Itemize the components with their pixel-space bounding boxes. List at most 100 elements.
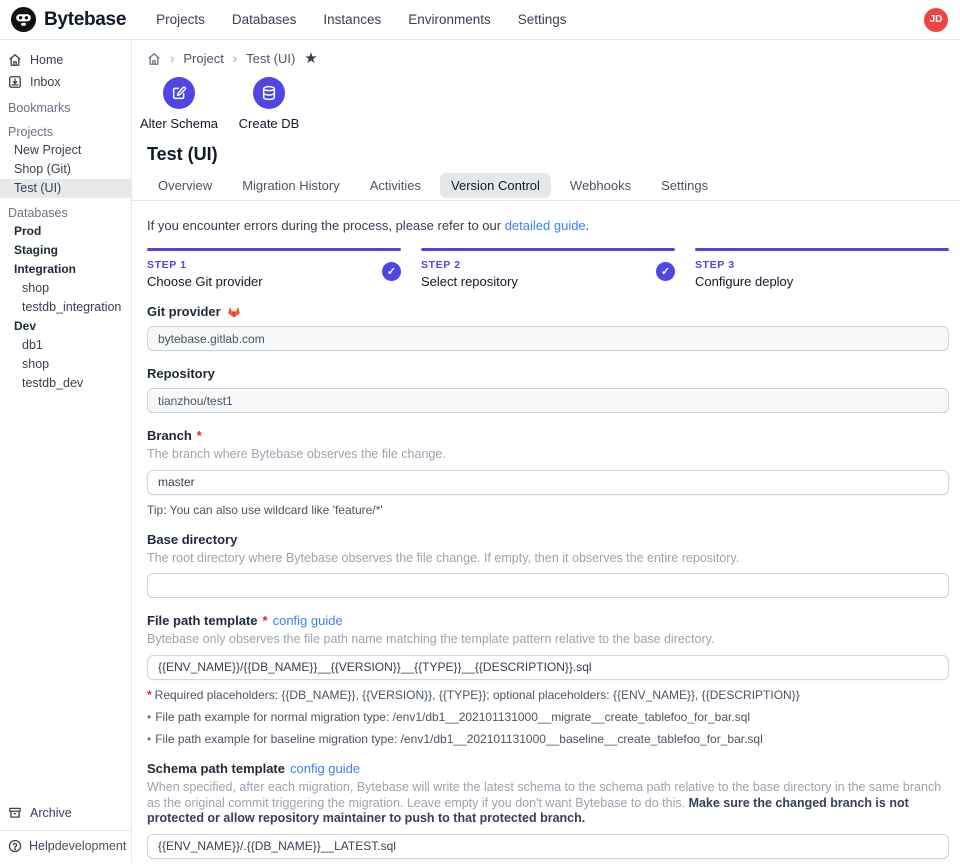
tab-webhooks[interactable]: Webhooks xyxy=(559,173,642,198)
error-notice: If you encounter errors during the proce… xyxy=(147,218,949,233)
step-2-label: STEP 2 xyxy=(421,259,675,271)
sidebar-env-staging[interactable]: Staging xyxy=(0,241,131,260)
branch-helper: The branch where Bytebase observes the f… xyxy=(147,447,949,463)
sidebar-item-new-project[interactable]: New Project xyxy=(0,141,131,160)
file-path-note-required: *Required placeholders: {{DB_NAME}}, {{V… xyxy=(147,688,949,702)
edit-square-icon xyxy=(171,85,187,101)
sidebar-env-prod[interactable]: Prod xyxy=(0,222,131,241)
git-provider-field: Git provider xyxy=(147,304,949,351)
file-path-config-guide-link[interactable]: config guide xyxy=(273,613,343,628)
sidebar-db-shop[interactable]: shop xyxy=(0,279,131,298)
sidebar-db-db1[interactable]: db1 xyxy=(0,336,131,355)
create-db-label: Create DB xyxy=(239,116,300,131)
base-directory-helper: The root directory where Bytebase observ… xyxy=(147,551,949,567)
file-path-template-field: File path template * config guide Byteba… xyxy=(147,613,949,746)
sidebar-item-label: Home xyxy=(30,53,63,67)
nav-projects[interactable]: Projects xyxy=(156,12,205,27)
required-asterisk: * xyxy=(197,428,202,443)
schema-path-config-guide-link[interactable]: config guide xyxy=(290,761,360,776)
check-circle-icon: ✓ xyxy=(656,262,675,281)
help-icon xyxy=(8,839,22,853)
notice-text: If you encounter errors during the proce… xyxy=(147,218,505,233)
file-path-template-helper: Bytebase only observes the file path nam… xyxy=(147,632,949,648)
nav-databases[interactable]: Databases xyxy=(232,12,297,27)
sidebar-env-integration[interactable]: Integration xyxy=(0,260,131,279)
breadcrumb-current: Test (UI) xyxy=(246,51,295,66)
base-directory-label: Base directory xyxy=(147,532,237,547)
sidebar-db-testdb-dev[interactable]: testdb_dev xyxy=(0,374,131,393)
create-db-button[interactable]: Create DB xyxy=(237,77,301,131)
page-title: Test (UI) xyxy=(147,144,948,165)
tab-overview[interactable]: Overview xyxy=(147,173,223,198)
sidebar-db-shop-dev[interactable]: shop xyxy=(0,355,131,374)
sidebar: Home Inbox Bookmarks Projects New Projec… xyxy=(0,40,132,863)
breadcrumb: › Project › Test (UI) ★ xyxy=(147,51,948,66)
repository-input xyxy=(147,388,949,413)
top-navbar: Bytebase Projects Databases Instances En… xyxy=(0,0,960,40)
sidebar-item-test-ui[interactable]: Test (UI) xyxy=(0,179,131,198)
step-3: STEP 3 Configure deploy xyxy=(695,248,949,289)
breadcrumb-separator: › xyxy=(170,51,174,66)
branch-input[interactable] xyxy=(147,470,949,495)
step-1-label: STEP 1 xyxy=(147,259,401,271)
sidebar-item-inbox[interactable]: Inbox xyxy=(0,71,131,93)
favorite-star-icon[interactable]: ★ xyxy=(304,51,317,66)
home-icon xyxy=(8,53,22,67)
file-path-template-input[interactable] xyxy=(147,655,949,680)
alter-schema-label: Alter Schema xyxy=(140,116,218,131)
version-badge: development xyxy=(55,839,127,853)
sidebar-db-testdb-integration[interactable]: testdb_integration xyxy=(0,298,131,317)
file-path-template-label: File path template xyxy=(147,613,258,628)
bytebase-logo[interactable]: Bytebase xyxy=(10,6,126,33)
tab-migration-history[interactable]: Migration History xyxy=(231,173,351,198)
breadcrumb-project[interactable]: Project xyxy=(183,51,223,66)
nav-settings[interactable]: Settings xyxy=(518,12,567,27)
nav-environments[interactable]: Environments xyxy=(408,12,491,27)
base-directory-input[interactable] xyxy=(147,573,949,598)
file-path-note-example-baseline: •File path example for baseline migratio… xyxy=(147,732,949,746)
breadcrumb-home-icon[interactable] xyxy=(147,52,161,66)
brand-name: Bytebase xyxy=(44,9,126,31)
step-progress: STEP 1 Choose Git provider ✓ STEP 2 Sele… xyxy=(147,248,949,289)
git-provider-label: Git provider xyxy=(147,304,221,319)
tab-activities[interactable]: Activities xyxy=(359,173,432,198)
step-2-title: Select repository xyxy=(421,274,675,289)
sidebar-item-help[interactable]: Help xyxy=(8,839,55,853)
git-provider-input xyxy=(147,326,949,351)
alter-schema-button[interactable]: Alter Schema xyxy=(147,77,211,131)
tab-settings[interactable]: Settings xyxy=(650,173,719,198)
step-3-title: Configure deploy xyxy=(695,274,949,289)
inbox-icon xyxy=(8,75,22,89)
detailed-guide-link[interactable]: detailed guide xyxy=(505,218,586,233)
sidebar-item-archive[interactable]: Archive xyxy=(0,800,131,826)
archive-label: Archive xyxy=(30,806,72,820)
nav-instances[interactable]: Instances xyxy=(323,12,381,27)
sidebar-section-databases: Databases xyxy=(0,202,131,222)
sidebar-section-bookmarks: Bookmarks xyxy=(0,97,131,117)
schema-path-template-field: Schema path template config guide When s… xyxy=(147,761,949,863)
schema-path-template-input[interactable] xyxy=(147,834,949,859)
bytebase-logo-icon xyxy=(10,6,37,33)
breadcrumb-separator: › xyxy=(233,51,237,66)
required-asterisk: * xyxy=(263,613,268,628)
step-1-title: Choose Git provider xyxy=(147,274,401,289)
sidebar-item-label: Inbox xyxy=(30,75,61,89)
main-nav: Projects Databases Instances Environment… xyxy=(156,12,566,27)
archive-icon xyxy=(8,806,22,820)
sidebar-item-home[interactable]: Home xyxy=(0,49,131,71)
help-label: Help xyxy=(29,839,55,853)
repository-label: Repository xyxy=(147,366,215,381)
file-path-note-example-normal: •File path example for normal migration … xyxy=(147,710,949,724)
sidebar-env-dev[interactable]: Dev xyxy=(0,317,131,336)
user-avatar[interactable]: JD xyxy=(924,8,948,32)
branch-field: Branch * The branch where Bytebase obser… xyxy=(147,428,949,517)
base-directory-field: Base directory The root directory where … xyxy=(147,532,949,599)
sidebar-item-shop-git[interactable]: Shop (Git) xyxy=(0,160,131,179)
tab-version-control[interactable]: Version Control xyxy=(440,173,551,198)
notice-suffix: . xyxy=(586,218,590,233)
step-2: STEP 2 Select repository ✓ xyxy=(421,248,675,289)
database-icon xyxy=(261,85,277,101)
branch-tip: Tip: You can also use wildcard like 'fea… xyxy=(147,503,949,517)
gitlab-icon xyxy=(226,304,242,319)
check-circle-icon: ✓ xyxy=(382,262,401,281)
